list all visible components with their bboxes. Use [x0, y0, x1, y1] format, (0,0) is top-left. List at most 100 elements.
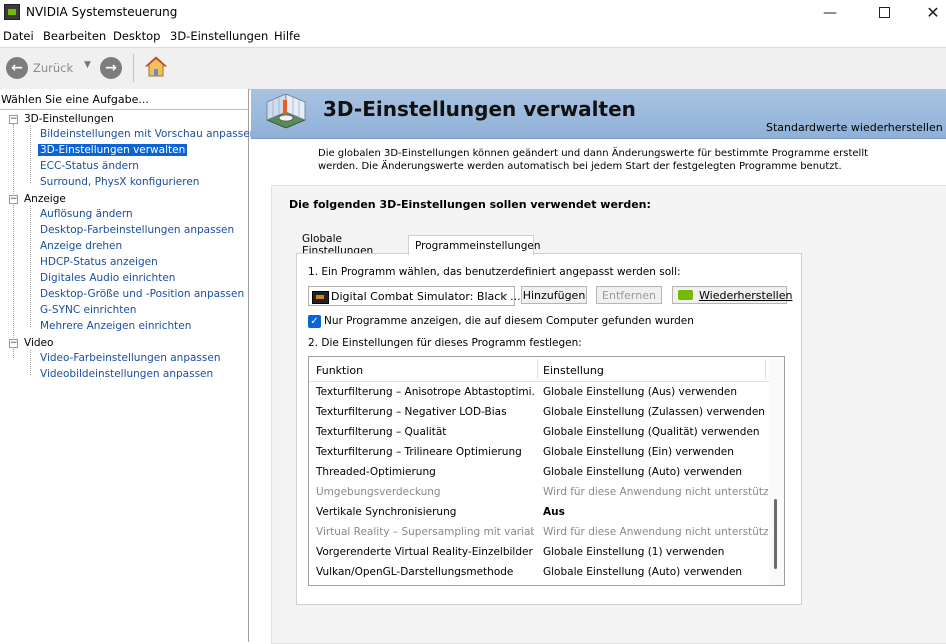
row-setting: Globale Einstellung (Ein) verwenden — [543, 446, 734, 458]
table-row[interactable]: Vorgerenderte Virtual Reality-Einzelbild… — [309, 543, 769, 563]
row-setting: Globale Einstellung (Qualität) verwenden — [543, 426, 760, 438]
table-row[interactable]: Vertikale Synchronisierung Aus — [309, 503, 769, 523]
page-title: 3D-Einstellungen verwalten — [323, 97, 636, 121]
tree-item-video-farbe[interactable]: Video-Farbeinstellungen anpassen — [40, 352, 220, 364]
tree-category-anzeige[interactable]: Anzeige — [24, 193, 66, 205]
table-row[interactable]: Texturfilterung – Qualität Globale Einst… — [309, 423, 769, 443]
tree-item-ecc-status[interactable]: ECC-Status ändern — [40, 160, 139, 172]
tree-item-desktop-farbe[interactable]: Desktop-Farbeinstellungen anpassen — [40, 224, 234, 236]
table-row[interactable]: Texturfilterung – Negativer LOD-Bias Glo… — [309, 403, 769, 423]
tree-item-3d-einstellungen-verwalten[interactable]: 3D-Einstellungen verwalten — [38, 144, 188, 156]
close-button[interactable]: ✕ — [910, 0, 946, 25]
chevron-down-icon: ⌵ — [500, 290, 508, 301]
menu-bearbeiten[interactable]: Bearbeiten — [43, 29, 106, 43]
menu-3d-einstellungen[interactable]: 3D-Einstellungen — [170, 29, 268, 43]
home-icon[interactable] — [144, 55, 168, 79]
collapse-video-icon[interactable]: − — [9, 339, 18, 348]
collapse-anzeige-icon[interactable]: − — [9, 195, 18, 204]
row-feature: Vertikale Synchronisierung — [316, 506, 457, 518]
table-row[interactable]: Texturfilterung – Anisotrope Abtastoptim… — [309, 383, 769, 403]
restore-program-label: Wiederherstellen — [699, 288, 793, 302]
tree-category-video[interactable]: Video — [24, 337, 53, 349]
row-feature: Texturfilterung – Anisotrope Abtastoptim… — [316, 386, 534, 398]
step1-label: 1. Ein Programm wählen, das benutzerdefi… — [308, 266, 681, 278]
toolbar-divider — [133, 54, 134, 82]
only-found-programs-checkbox[interactable]: ✓ — [308, 315, 321, 328]
toolbar: ← Zurück ▼ → — [0, 47, 946, 90]
tree-item-g-sync[interactable]: G-SYNC einrichten — [40, 304, 136, 316]
section-title: Die folgenden 3D-Einstellungen sollen ve… — [289, 198, 651, 211]
scrollbar-thumb[interactable] — [774, 499, 777, 569]
program-select[interactable]: Digital Combat Simulator: Black ... ⌵ — [308, 286, 521, 306]
row-setting: Globale Einstellung (Auto) verwenden — [543, 566, 743, 578]
tree-item-digitales-audio[interactable]: Digitales Audio einrichten — [40, 272, 175, 284]
row-setting: Globale Einstellung (Aus) verwenden — [543, 386, 738, 398]
row-feature: Threaded-Optimierung — [316, 466, 436, 478]
row-setting: Globale Einstellung (1) verwenden — [543, 546, 725, 558]
row-feature: Texturfilterung – Qualität — [316, 426, 447, 438]
restore-defaults-link[interactable]: Standardwerte wiederherstellen — [766, 121, 943, 134]
table-row[interactable]: Threaded-Optimierung Globale Einstellung… — [309, 463, 769, 483]
column-divider — [765, 359, 766, 379]
tree-item-mehrere-anzeigen[interactable]: Mehrere Anzeigen einrichten — [40, 320, 191, 332]
tree-connector — [30, 350, 31, 375]
menu-bar: Datei Bearbeiten Desktop 3D-Einstellunge… — [0, 25, 946, 46]
window-title: NVIDIA Systemsteuerung — [26, 5, 178, 19]
tab-programmeinstellungen[interactable]: Programmeinstellungen — [408, 235, 541, 255]
tree-item-surround-physx[interactable]: Surround, PhysX konfigurieren — [40, 176, 199, 188]
forward-arrow-icon[interactable]: → — [100, 57, 122, 79]
tree-item-anzeige-drehen[interactable]: Anzeige drehen — [40, 240, 122, 252]
restore-program-button[interactable]: Wiederherstellen — [672, 286, 792, 304]
row-setting: Aus — [543, 506, 565, 518]
table-header: Funktion Einstellung — [309, 357, 769, 382]
add-program-button[interactable]: Hinzufügen — [521, 286, 587, 304]
table-row[interactable]: Umgebungsverdeckung Wird für diese Anwen… — [309, 483, 773, 503]
tree-item-aufloesung[interactable]: Auflösung ändern — [40, 208, 133, 220]
menu-hilfe[interactable]: Hilfe — [274, 29, 300, 43]
back-button-label[interactable]: Zurück — [33, 61, 73, 75]
tab-globale-einstellungen[interactable]: Globale Einstellungen — [296, 233, 409, 257]
row-feature: Umgebungsverdeckung — [316, 486, 441, 498]
row-feature: Vulkan/OpenGL-Darstellungsmethode — [316, 566, 514, 578]
row-setting: Wird für diese Anwendung nicht unterstüt… — [543, 486, 773, 498]
minimize-button[interactable]: — — [807, 0, 853, 25]
back-arrow-icon[interactable]: ← — [6, 57, 28, 79]
page-description: Die globalen 3D-Einstellungen können geä… — [318, 148, 869, 172]
step2-label: 2. Die Einstellungen für dieses Programm… — [308, 337, 582, 349]
row-feature: Virtual Reality – Supersampling mit vari… — [316, 526, 534, 538]
tree-connector — [13, 124, 14, 358]
tree-connector — [30, 126, 31, 183]
task-label: Wählen Sie eine Aufgabe... — [1, 93, 149, 106]
nvidia-eye-icon — [678, 290, 693, 300]
collapse-3d-icon[interactable]: − — [9, 115, 18, 124]
remove-program-button[interactable]: Entfernen — [596, 286, 662, 304]
row-feature: Texturfilterung – Trilineare Optimierung — [316, 446, 522, 458]
settings-table: Funktion Einstellung Texturfilterung – A… — [308, 356, 785, 586]
row-feature: Vorgerenderte Virtual Reality-Einzelbild… — [316, 546, 533, 558]
tree-item-videobild[interactable]: Videobildeinstellungen anpassen — [40, 368, 213, 380]
tree-category-3d[interactable]: 3D-Einstellungen — [24, 113, 114, 125]
column-header-funktion[interactable]: Funktion — [316, 364, 363, 377]
nvidia-app-icon — [4, 4, 20, 20]
column-divider — [537, 359, 538, 379]
row-setting: Globale Einstellung (Zulassen) verwenden — [543, 406, 765, 418]
dcs-program-icon — [312, 291, 329, 304]
row-setting: Globale Einstellung (Auto) verwenden — [543, 466, 743, 478]
table-row[interactable]: Vulkan/OpenGL-Darstellungsmethode Global… — [309, 563, 769, 583]
table-row[interactable]: Texturfilterung – Trilineare Optimierung… — [309, 443, 769, 463]
row-setting: Wird für diese Anwendung nicht unterstüt… — [543, 526, 773, 538]
menu-datei[interactable]: Datei — [3, 29, 34, 43]
table-row[interactable]: Virtual Reality – Supersampling mit vari… — [309, 523, 773, 543]
tree-connector — [30, 206, 31, 327]
tree-item-hdcp-status[interactable]: HDCP-Status anzeigen — [40, 256, 158, 268]
column-header-einstellung[interactable]: Einstellung — [543, 364, 604, 377]
back-history-dropdown-icon[interactable]: ▼ — [84, 60, 91, 70]
program-select-value: Digital Combat Simulator: Black ... — [331, 290, 521, 303]
task-tree: − 3D-Einstellungen Bildeinstellungen mit… — [0, 109, 256, 643]
only-found-programs-label[interactable]: Nur Programme anzeigen, die auf diesem C… — [324, 315, 694, 327]
maximize-button[interactable] — [861, 0, 907, 25]
row-feature: Texturfilterung – Negativer LOD-Bias — [316, 406, 507, 418]
tree-item-bildeinstellungen[interactable]: Bildeinstellungen mit Vorschau anpassen — [40, 128, 256, 140]
menu-desktop[interactable]: Desktop — [113, 29, 160, 43]
tree-item-desktop-groesse[interactable]: Desktop-Größe und -Position anpassen — [40, 288, 244, 300]
